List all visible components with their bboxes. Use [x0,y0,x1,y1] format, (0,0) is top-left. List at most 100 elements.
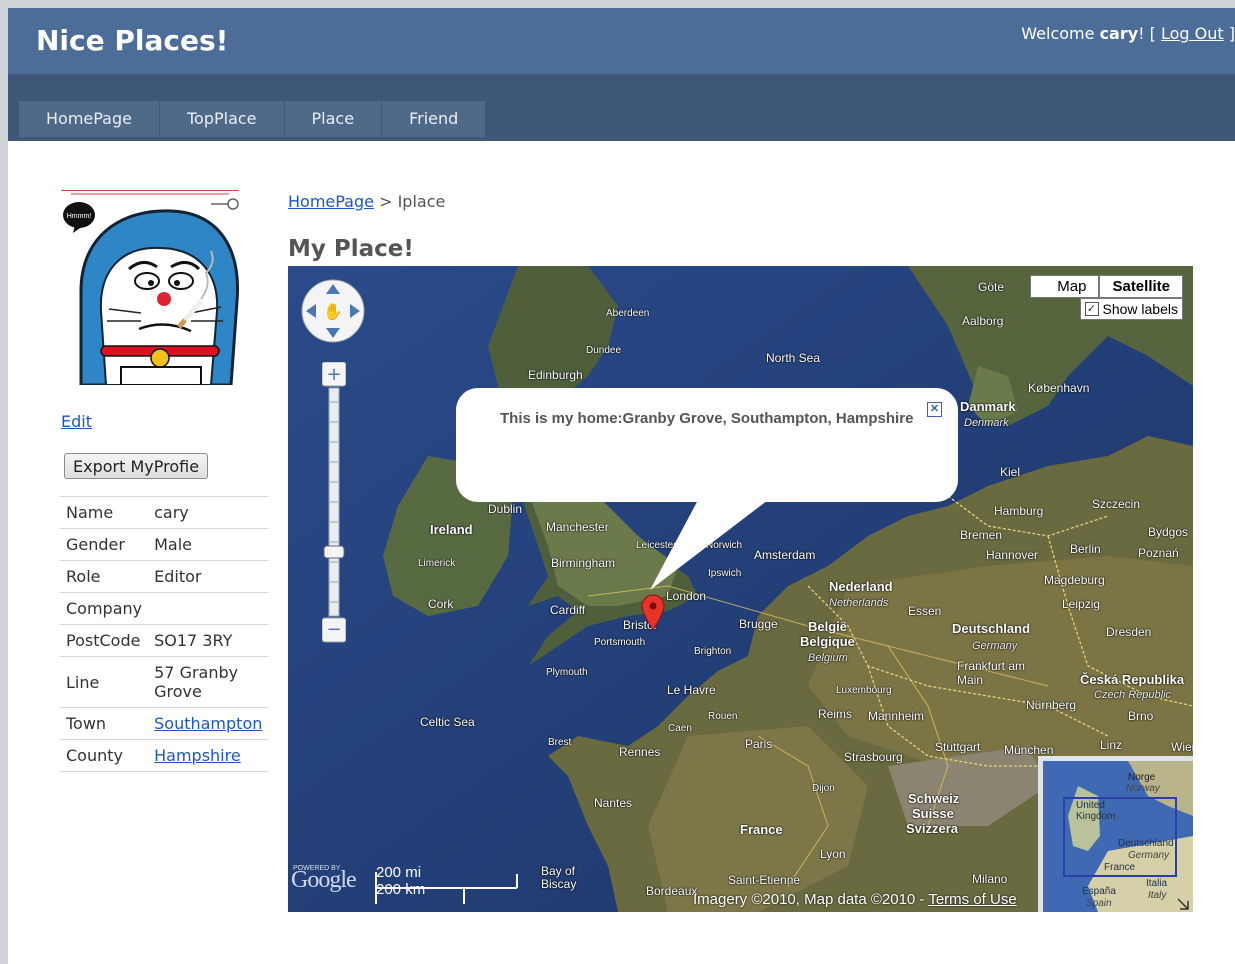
map-label: Mannheim [868,709,925,723]
location-marker-icon[interactable] [640,593,666,631]
town-link[interactable]: Southampton [154,714,262,733]
info-window: This is my home:Granby Grove, Southampto… [456,388,958,502]
map-label: Limerick [418,558,456,569]
overview-label: France [1104,862,1136,873]
map-label: Manchester [546,520,609,534]
map-label: Svizzera [906,821,959,836]
profile-value: Editor [148,560,269,593]
profile-key: Name [60,496,149,529]
overview-label: Italia [1146,878,1168,889]
county-link[interactable]: Hampshire [154,746,241,765]
close-icon[interactable]: ✕ [927,402,942,417]
map-label: Szczecin [1092,497,1141,511]
zoom-control[interactable]: + − [322,362,346,644]
profile-key: Line [60,656,149,708]
map-label: Brest [548,737,572,748]
map-label: Milano [972,872,1008,886]
map-label: München [1004,743,1054,757]
show-labels-toggle[interactable]: ✓ Show labels [1079,298,1183,320]
profile-key: Role [60,560,149,593]
breadcrumb-current: Iplace [397,192,446,211]
profile-value: cary [148,496,269,529]
map-label: Wien [1171,740,1193,754]
nav-tab-homepage[interactable]: HomePage [19,101,160,137]
nav-tab-place[interactable]: Place [284,101,383,137]
scale-bar-lines [375,872,518,904]
overview-label: Italy [1148,890,1167,901]
map-label: Luxembourg [836,685,892,696]
profile-table: Name cary Gender Male Role Editor Company P… [60,496,269,772]
overview-map[interactable]: Norge Norway United Kingdom Deutschland … [1038,756,1193,912]
map-label: Hamburg [994,504,1044,518]
map-type-satellite-button[interactable]: Satellite [1099,275,1183,298]
map-label: Stuttgart [935,740,981,754]
profile-key: County [60,739,149,772]
checkbox-checked-icon[interactable]: ✓ [1084,302,1099,316]
map-label: Strasbourg [844,750,903,764]
map-label: Reims [818,707,853,721]
map-label: Frankfurt am Main [957,659,1026,687]
profile-row-postcode: PostCode SO17 3RY [60,624,269,657]
breadcrumb-home-link[interactable]: HomePage [288,192,374,211]
map-label: Nederland [829,579,893,594]
google-logo[interactable]: Google [291,867,357,894]
profile-value: SO17 3RY [148,624,269,657]
profile-row-county: County Hampshire [60,739,269,772]
overview-label: Spain [1086,898,1112,909]
map-label: Cork [428,597,454,611]
map-label: Plymouth [546,667,588,678]
profile-row-gender: Gender Male [60,528,269,561]
map-label: Magdeburg [1044,573,1105,587]
overview-label: Norway [1126,783,1160,794]
map-label: Essen [908,604,942,618]
pan-control[interactable]: ✋ [300,278,366,344]
map-label: Bydgos [1148,525,1189,539]
map-label: Le Havre [667,683,716,697]
map-label: Nürnberg [1026,698,1077,712]
map-label: Edinburgh [528,368,583,382]
map-label: Leipzig [1062,597,1101,611]
google-map[interactable]: North Sea Celtic Sea Bay of Biscay Edinb… [288,266,1193,912]
map-label: Brugge [739,617,778,631]
avatar-bubble-text: Hmmm! [67,213,92,220]
overview-label: United Kingdom [1076,800,1116,822]
nav-tab-friend[interactable]: Friend [382,101,487,137]
map-label: Portsmouth [594,637,646,648]
welcome-message: Welcome cary! [ Log Out ] [1021,24,1235,43]
map-label: Aalborg [962,314,1004,328]
map-label: Poznań [1138,546,1179,560]
map-label: Caen [668,723,692,734]
profile-value [148,592,269,625]
map-label: Kiel [1000,465,1021,479]
site-title: Nice Places! [36,24,229,57]
map-type-map-button[interactable]: Map [1030,275,1100,298]
zoom-slider-handle[interactable] [323,545,345,559]
profile-row-role: Role Editor [60,560,269,593]
map-label: Celtic Sea [420,715,475,729]
map-label: Bay of Biscay [541,864,577,891]
map-label: Dublin [488,502,523,516]
map-label: Birmingham [551,556,616,570]
site-header: Nice Places! Welcome cary! [ Log Out ] [8,8,1235,74]
map-label: Dresden [1106,625,1152,639]
map-label: Dijon [812,783,835,794]
edit-profile-link[interactable]: Edit [61,412,92,431]
overview-label: Germany [1128,850,1170,861]
profile-row-line: Line 57 Granby Grove [60,656,269,708]
map-label: Dundee [586,345,622,356]
window-frame-left [0,0,8,964]
map-label: Hannover [986,548,1039,562]
info-window-tail [650,500,768,590]
overview-label: Deutschland [1118,838,1174,849]
page-title: My Place! [288,236,414,262]
plus-icon: + [326,364,341,385]
show-labels-label: Show labels [1102,301,1179,317]
nav-tab-topplace[interactable]: TopPlace [159,101,285,137]
export-profile-button[interactable]: Export MyProfie [64,453,209,479]
map-label: Danmark [960,399,1016,414]
map-label: France [740,822,783,837]
logout-link[interactable]: Log Out [1161,24,1224,43]
map-label: Brighton [694,646,732,657]
profile-row-town: Town Southampton [60,707,269,740]
terms-of-use-link[interactable]: Terms of Use [928,891,1016,908]
